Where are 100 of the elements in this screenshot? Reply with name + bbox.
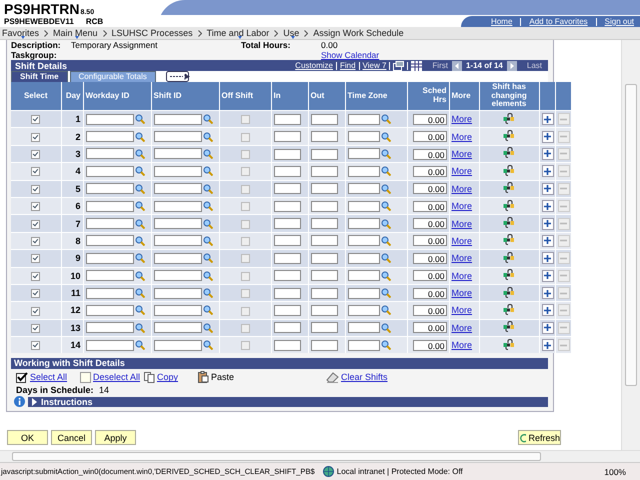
- action-link[interactable]: Clear Shifts: [341, 372, 388, 382]
- search-icon[interactable]: [380, 148, 390, 159]
- shift-id-field[interactable]: [154, 218, 202, 230]
- shift-id-field[interactable]: [154, 304, 202, 316]
- search-icon[interactable]: [134, 253, 144, 264]
- action-link[interactable]: Deselect All: [93, 372, 140, 382]
- header-link[interactable]: Sign out: [604, 17, 634, 26]
- page-button[interactable]: OK: [7, 430, 48, 446]
- workday-id-field[interactable]: [86, 183, 134, 194]
- off-shift-checkbox[interactable]: [240, 184, 250, 194]
- select-checkbox[interactable]: [31, 341, 40, 350]
- out-time-field[interactable]: [310, 305, 338, 316]
- search-icon[interactable]: [134, 270, 144, 281]
- search-icon[interactable]: [380, 288, 390, 298]
- add-row-button[interactable]: [542, 148, 554, 160]
- sched-hrs-field[interactable]: 0.00: [412, 166, 446, 177]
- workday-id-field[interactable]: [86, 114, 134, 125]
- in-time-field[interactable]: [274, 200, 300, 212]
- workday-id-field[interactable]: [86, 200, 134, 212]
- sched-hrs-field[interactable]: 0.00: [412, 148, 446, 160]
- out-time-field[interactable]: [310, 235, 338, 246]
- sched-hrs-field[interactable]: 0.00: [412, 305, 446, 316]
- off-shift-checkbox[interactable]: [240, 202, 250, 212]
- header-link[interactable]: Home: [491, 17, 512, 26]
- search-icon[interactable]: [134, 114, 144, 124]
- off-shift-checkbox[interactable]: [240, 167, 250, 176]
- select-checkbox[interactable]: [31, 254, 40, 264]
- horizontal-scrollbar[interactable]: [0, 450, 640, 462]
- search-icon[interactable]: [202, 166, 212, 176]
- add-row-button[interactable]: [542, 304, 554, 316]
- select-checkbox[interactable]: [31, 306, 40, 316]
- shift-id-field[interactable]: [154, 131, 202, 142]
- time-zone-field[interactable]: [348, 270, 380, 282]
- out-time-field[interactable]: [310, 114, 338, 125]
- in-time-field[interactable]: [274, 114, 300, 125]
- in-time-field[interactable]: [274, 340, 300, 351]
- add-row-button[interactable]: [542, 182, 554, 195]
- out-time-field[interactable]: [310, 148, 338, 160]
- search-icon[interactable]: [202, 132, 212, 142]
- search-icon[interactable]: [134, 305, 144, 316]
- search-icon[interactable]: [380, 253, 390, 264]
- shift-id-field[interactable]: [154, 183, 202, 194]
- out-time-field[interactable]: [310, 288, 338, 299]
- time-zone-field[interactable]: [348, 114, 380, 125]
- search-icon[interactable]: [380, 166, 390, 176]
- out-time-field[interactable]: [310, 270, 338, 282]
- search-icon[interactable]: [202, 184, 212, 194]
- refresh-button[interactable]: Refresh: [518, 430, 561, 446]
- in-time-field[interactable]: [274, 166, 300, 177]
- in-time-field[interactable]: [274, 305, 300, 316]
- shift-id-field[interactable]: [154, 200, 202, 212]
- show-all-columns-icon[interactable]: [166, 71, 192, 82]
- in-time-field[interactable]: [274, 322, 300, 334]
- add-row-button[interactable]: [542, 130, 554, 143]
- shift-id-field[interactable]: [154, 288, 202, 299]
- in-time-field[interactable]: [274, 288, 300, 299]
- grid-link[interactable]: Find: [340, 61, 356, 70]
- time-zone-field[interactable]: [348, 131, 380, 142]
- page-button[interactable]: Cancel: [51, 430, 92, 446]
- in-time-field[interactable]: [274, 252, 300, 264]
- out-time-field[interactable]: [310, 340, 338, 351]
- in-time-field[interactable]: [274, 235, 300, 246]
- search-icon[interactable]: [134, 288, 144, 298]
- out-time-field[interactable]: [310, 252, 338, 264]
- add-row-button[interactable]: [542, 165, 554, 178]
- off-shift-checkbox[interactable]: [240, 150, 250, 160]
- in-time-field[interactable]: [274, 131, 300, 142]
- shift-id-field[interactable]: [154, 148, 202, 160]
- off-shift-checkbox[interactable]: [240, 341, 250, 350]
- sched-hrs-field[interactable]: 0.00: [412, 340, 446, 351]
- select-checkbox[interactable]: [31, 289, 40, 298]
- search-icon[interactable]: [202, 218, 212, 229]
- search-icon[interactable]: [202, 236, 212, 246]
- vertical-scrollbar[interactable]: [621, 40, 640, 450]
- select-checkbox[interactable]: [31, 220, 40, 229]
- select-checkbox[interactable]: [31, 202, 40, 212]
- shift-id-field[interactable]: [154, 340, 202, 351]
- sched-hrs-field[interactable]: 0.00: [412, 114, 446, 125]
- select-checkbox[interactable]: [31, 132, 40, 142]
- add-row-button[interactable]: [542, 270, 554, 282]
- search-icon[interactable]: [134, 184, 144, 194]
- grid-link[interactable]: View 7: [362, 61, 386, 70]
- search-icon[interactable]: [202, 322, 212, 333]
- shift-id-field[interactable]: [154, 166, 202, 177]
- select-checkbox[interactable]: [31, 236, 40, 246]
- workday-id-field[interactable]: [86, 252, 134, 264]
- add-row-button[interactable]: [542, 113, 554, 126]
- select-checkbox[interactable]: [31, 272, 40, 281]
- zoom-level[interactable]: 100%: [604, 466, 640, 476]
- time-zone-field[interactable]: [348, 235, 380, 246]
- time-zone-field[interactable]: [348, 183, 380, 194]
- off-shift-checkbox[interactable]: [240, 236, 250, 246]
- workday-id-field[interactable]: [86, 304, 134, 316]
- time-zone-field[interactable]: [348, 200, 380, 212]
- search-icon[interactable]: [380, 322, 390, 333]
- out-time-field[interactable]: [310, 322, 338, 334]
- add-row-button[interactable]: [542, 339, 554, 352]
- out-time-field[interactable]: [310, 183, 338, 194]
- sched-hrs-field[interactable]: 0.00: [412, 270, 446, 282]
- in-time-field[interactable]: [274, 270, 300, 282]
